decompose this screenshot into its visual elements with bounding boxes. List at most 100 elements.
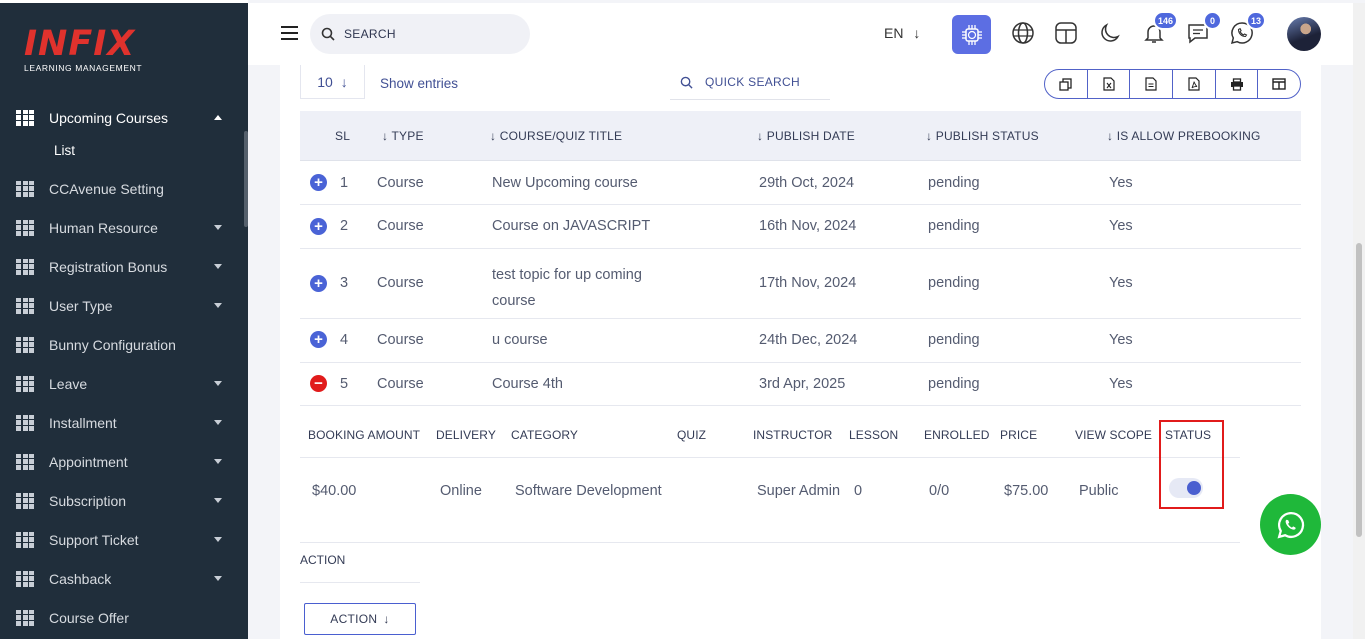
messages-icon[interactable]: 0 [1186, 11, 1222, 47]
detail-header-delivery: DELIVERY [436, 428, 496, 442]
detail-header-quiz: QUIZ [677, 428, 707, 442]
cell-status: pending [928, 175, 980, 191]
detail-header-category: CATEGORY [511, 428, 579, 442]
show-entries-label: Show entries [380, 76, 459, 91]
brand-logo[interactable]: INFIX LEARNING MANAGEMENT [24, 27, 143, 74]
layout-icon[interactable] [1054, 21, 1080, 47]
notifications-bell-icon[interactable]: 146 [1142, 11, 1178, 47]
action-dropdown-button[interactable]: ACTION ↓ [304, 603, 416, 635]
grid-icon [16, 414, 34, 431]
cell-sl: 2 [340, 218, 349, 234]
cell-prebooking: Yes [1109, 275, 1133, 291]
grid-icon [16, 297, 34, 314]
user-avatar[interactable] [1287, 17, 1321, 51]
grid-icon [16, 180, 34, 197]
csv-export-button[interactable] [1130, 70, 1174, 98]
sidebar-item-bunny-configuration[interactable]: Bunny Configuration [0, 325, 244, 364]
messages-badge: 0 [1203, 11, 1222, 30]
column-header-type[interactable]: ↓ TYPE [382, 129, 424, 143]
whatsapp-icon [1277, 511, 1304, 538]
cell-prebooking: Yes [1109, 376, 1133, 392]
cell-type: Course [377, 275, 424, 291]
logo-subtitle: LEARNING MANAGEMENT [24, 63, 143, 73]
expand-row-plus-icon[interactable]: + [310, 174, 327, 191]
sort-arrow-icon: ↓ [490, 129, 500, 143]
sidebar-item-label: Human Resource [49, 219, 158, 236]
caret-down-icon [214, 264, 222, 269]
sidebar-item-subscription[interactable]: Subscription [0, 481, 244, 520]
dark-mode-moon-icon[interactable] [1098, 21, 1124, 47]
export-button-group [1044, 69, 1301, 99]
cell-type: Course [377, 332, 424, 348]
detail-delivery: Online [440, 483, 482, 499]
table-row-expanded: − 5 Course Course 4th 3rd Apr, 2025 pend… [300, 363, 1301, 406]
sort-arrow-icon: ↓ [757, 129, 767, 143]
column-header-title[interactable]: ↓ COURSE/QUIZ TITLE [490, 129, 622, 143]
whatsapp-float-button[interactable] [1260, 494, 1321, 555]
expand-row-plus-icon[interactable]: + [310, 275, 327, 292]
column-header-publish-date[interactable]: ↓ PUBLISH DATE [757, 129, 855, 143]
sidebar-item-registration-bonus[interactable]: Registration Bonus [0, 247, 244, 286]
detail-header-view-scope: VIEW SCOPE [1075, 428, 1153, 442]
cell-status: pending [928, 275, 980, 291]
ai-chip-icon [961, 24, 982, 45]
arrow-down-icon: ↓ [383, 612, 390, 626]
column-header-prebooking[interactable]: ↓ IS ALLOW PREBOOKING [1107, 129, 1261, 143]
detail-header-lesson: LESSON [849, 428, 899, 442]
language-select[interactable]: EN ↓ [884, 25, 920, 41]
pdf-export-button[interactable] [1173, 70, 1216, 98]
copy-icon [1059, 77, 1072, 91]
detail-header-instructor: INSTRUCTOR [753, 428, 833, 442]
page-scrollbar[interactable] [1353, 3, 1365, 639]
detail-header-enrolled: ENROLLED [924, 428, 990, 442]
cell-title: Course on JAVASCRIPT [492, 218, 651, 234]
caret-down-icon [214, 420, 222, 425]
sort-arrow-icon: ↓ [1107, 129, 1117, 143]
column-header-publish-status[interactable]: ↓ PUBLISH STATUS [926, 129, 1039, 143]
sidebar-item-human-resource[interactable]: Human Resource [0, 208, 244, 247]
search-placeholder: SEARCH [344, 27, 396, 41]
caret-up-icon [214, 115, 222, 120]
sidebar-item-cashback[interactable]: Cashback [0, 559, 244, 598]
copy-button[interactable] [1045, 70, 1088, 98]
sidebar-scrollbar[interactable] [244, 131, 248, 227]
status-highlight-box [1159, 420, 1224, 509]
printer-icon [1230, 77, 1243, 91]
excel-file-icon [1102, 77, 1115, 91]
caret-down-icon [214, 498, 222, 503]
caret-down-icon [214, 303, 222, 308]
menu-toggle-icon[interactable] [281, 26, 298, 40]
whatsapp-chat-icon[interactable]: 13 [1230, 11, 1266, 47]
sidebar-item-leave[interactable]: Leave [0, 364, 244, 403]
search-input[interactable]: SEARCH [310, 14, 530, 54]
column-visibility-button[interactable] [1258, 70, 1300, 98]
divider [300, 457, 1240, 458]
detail-lesson: 0 [854, 483, 863, 499]
quick-search-input[interactable]: QUICK SEARCH [670, 65, 830, 100]
grid-icon [16, 375, 34, 392]
print-button[interactable] [1216, 70, 1259, 98]
entries-per-page-select[interactable]: 10 ↓ [300, 65, 365, 99]
expand-row-plus-icon[interactable]: + [310, 331, 327, 348]
grid-icon [16, 336, 34, 353]
column-header-sl[interactable]: SL [335, 129, 350, 143]
globe-icon[interactable] [1011, 21, 1037, 47]
cell-date: 24th Dec, 2024 [759, 332, 858, 348]
detail-instructor: Super Admin [757, 483, 841, 499]
table-row: + 1 Course New Upcoming course 29th Oct,… [300, 162, 1301, 205]
sidebar-item-support-ticket[interactable]: Support Ticket [0, 520, 244, 559]
sidebar-item-user-type[interactable]: User Type [0, 286, 244, 325]
expand-row-plus-icon[interactable]: + [310, 218, 327, 235]
cell-sl: 4 [340, 332, 349, 348]
ai-assistant-button[interactable] [952, 15, 991, 54]
divider [300, 582, 420, 583]
sidebar-item-course-offer[interactable]: Course Offer [0, 598, 244, 637]
excel-export-button[interactable] [1088, 70, 1131, 98]
collapse-row-minus-icon[interactable]: − [310, 375, 327, 392]
caret-down-icon [214, 381, 222, 386]
sidebar-item-upcoming-courses[interactable]: Upcoming Courses [0, 98, 244, 137]
sidebar-subitem-list[interactable]: List [0, 132, 244, 169]
sidebar-item-ccavenue-setting[interactable]: CCAvenue Setting [0, 169, 244, 208]
sidebar-item-appointment[interactable]: Appointment [0, 442, 244, 481]
sidebar-item-installment[interactable]: Installment [0, 403, 244, 442]
